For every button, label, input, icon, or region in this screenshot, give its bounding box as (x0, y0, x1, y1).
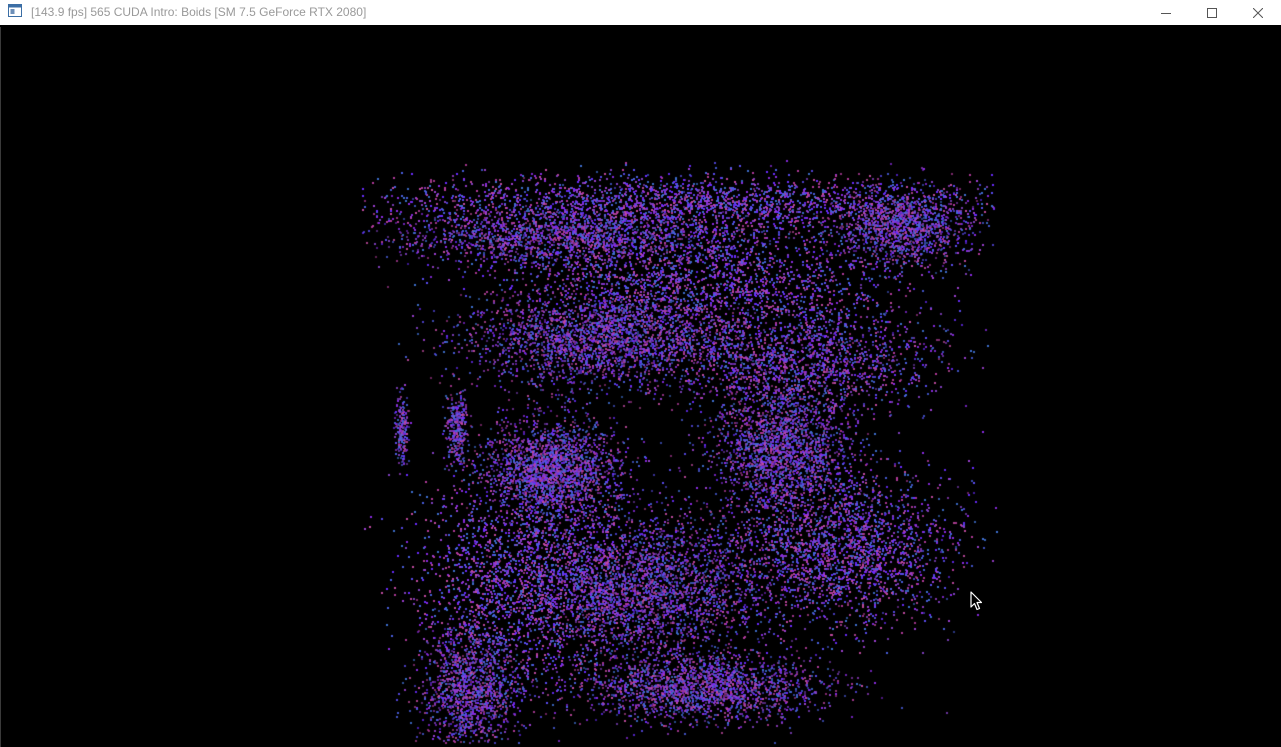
maximize-button[interactable] (1189, 0, 1235, 25)
close-button[interactable] (1235, 0, 1281, 25)
close-icon (1253, 7, 1263, 18)
boids-window: [143.9 fps] 565 CUDA Intro: Boids [SM 7.… (0, 0, 1281, 747)
simulation-viewport[interactable] (0, 27, 1281, 747)
maximize-icon (1207, 7, 1217, 18)
boids-particle-canvas[interactable] (1, 27, 1281, 747)
window-title: [143.9 fps] 565 CUDA Intro: Boids [SM 7.… (31, 5, 367, 19)
title-bar[interactable]: [143.9 fps] 565 CUDA Intro: Boids [SM 7.… (0, 0, 1281, 25)
mouse-pointer-icon (970, 591, 982, 611)
minimize-button[interactable] (1143, 0, 1189, 25)
minimize-icon (1161, 12, 1171, 14)
application-window-icon (8, 4, 22, 17)
